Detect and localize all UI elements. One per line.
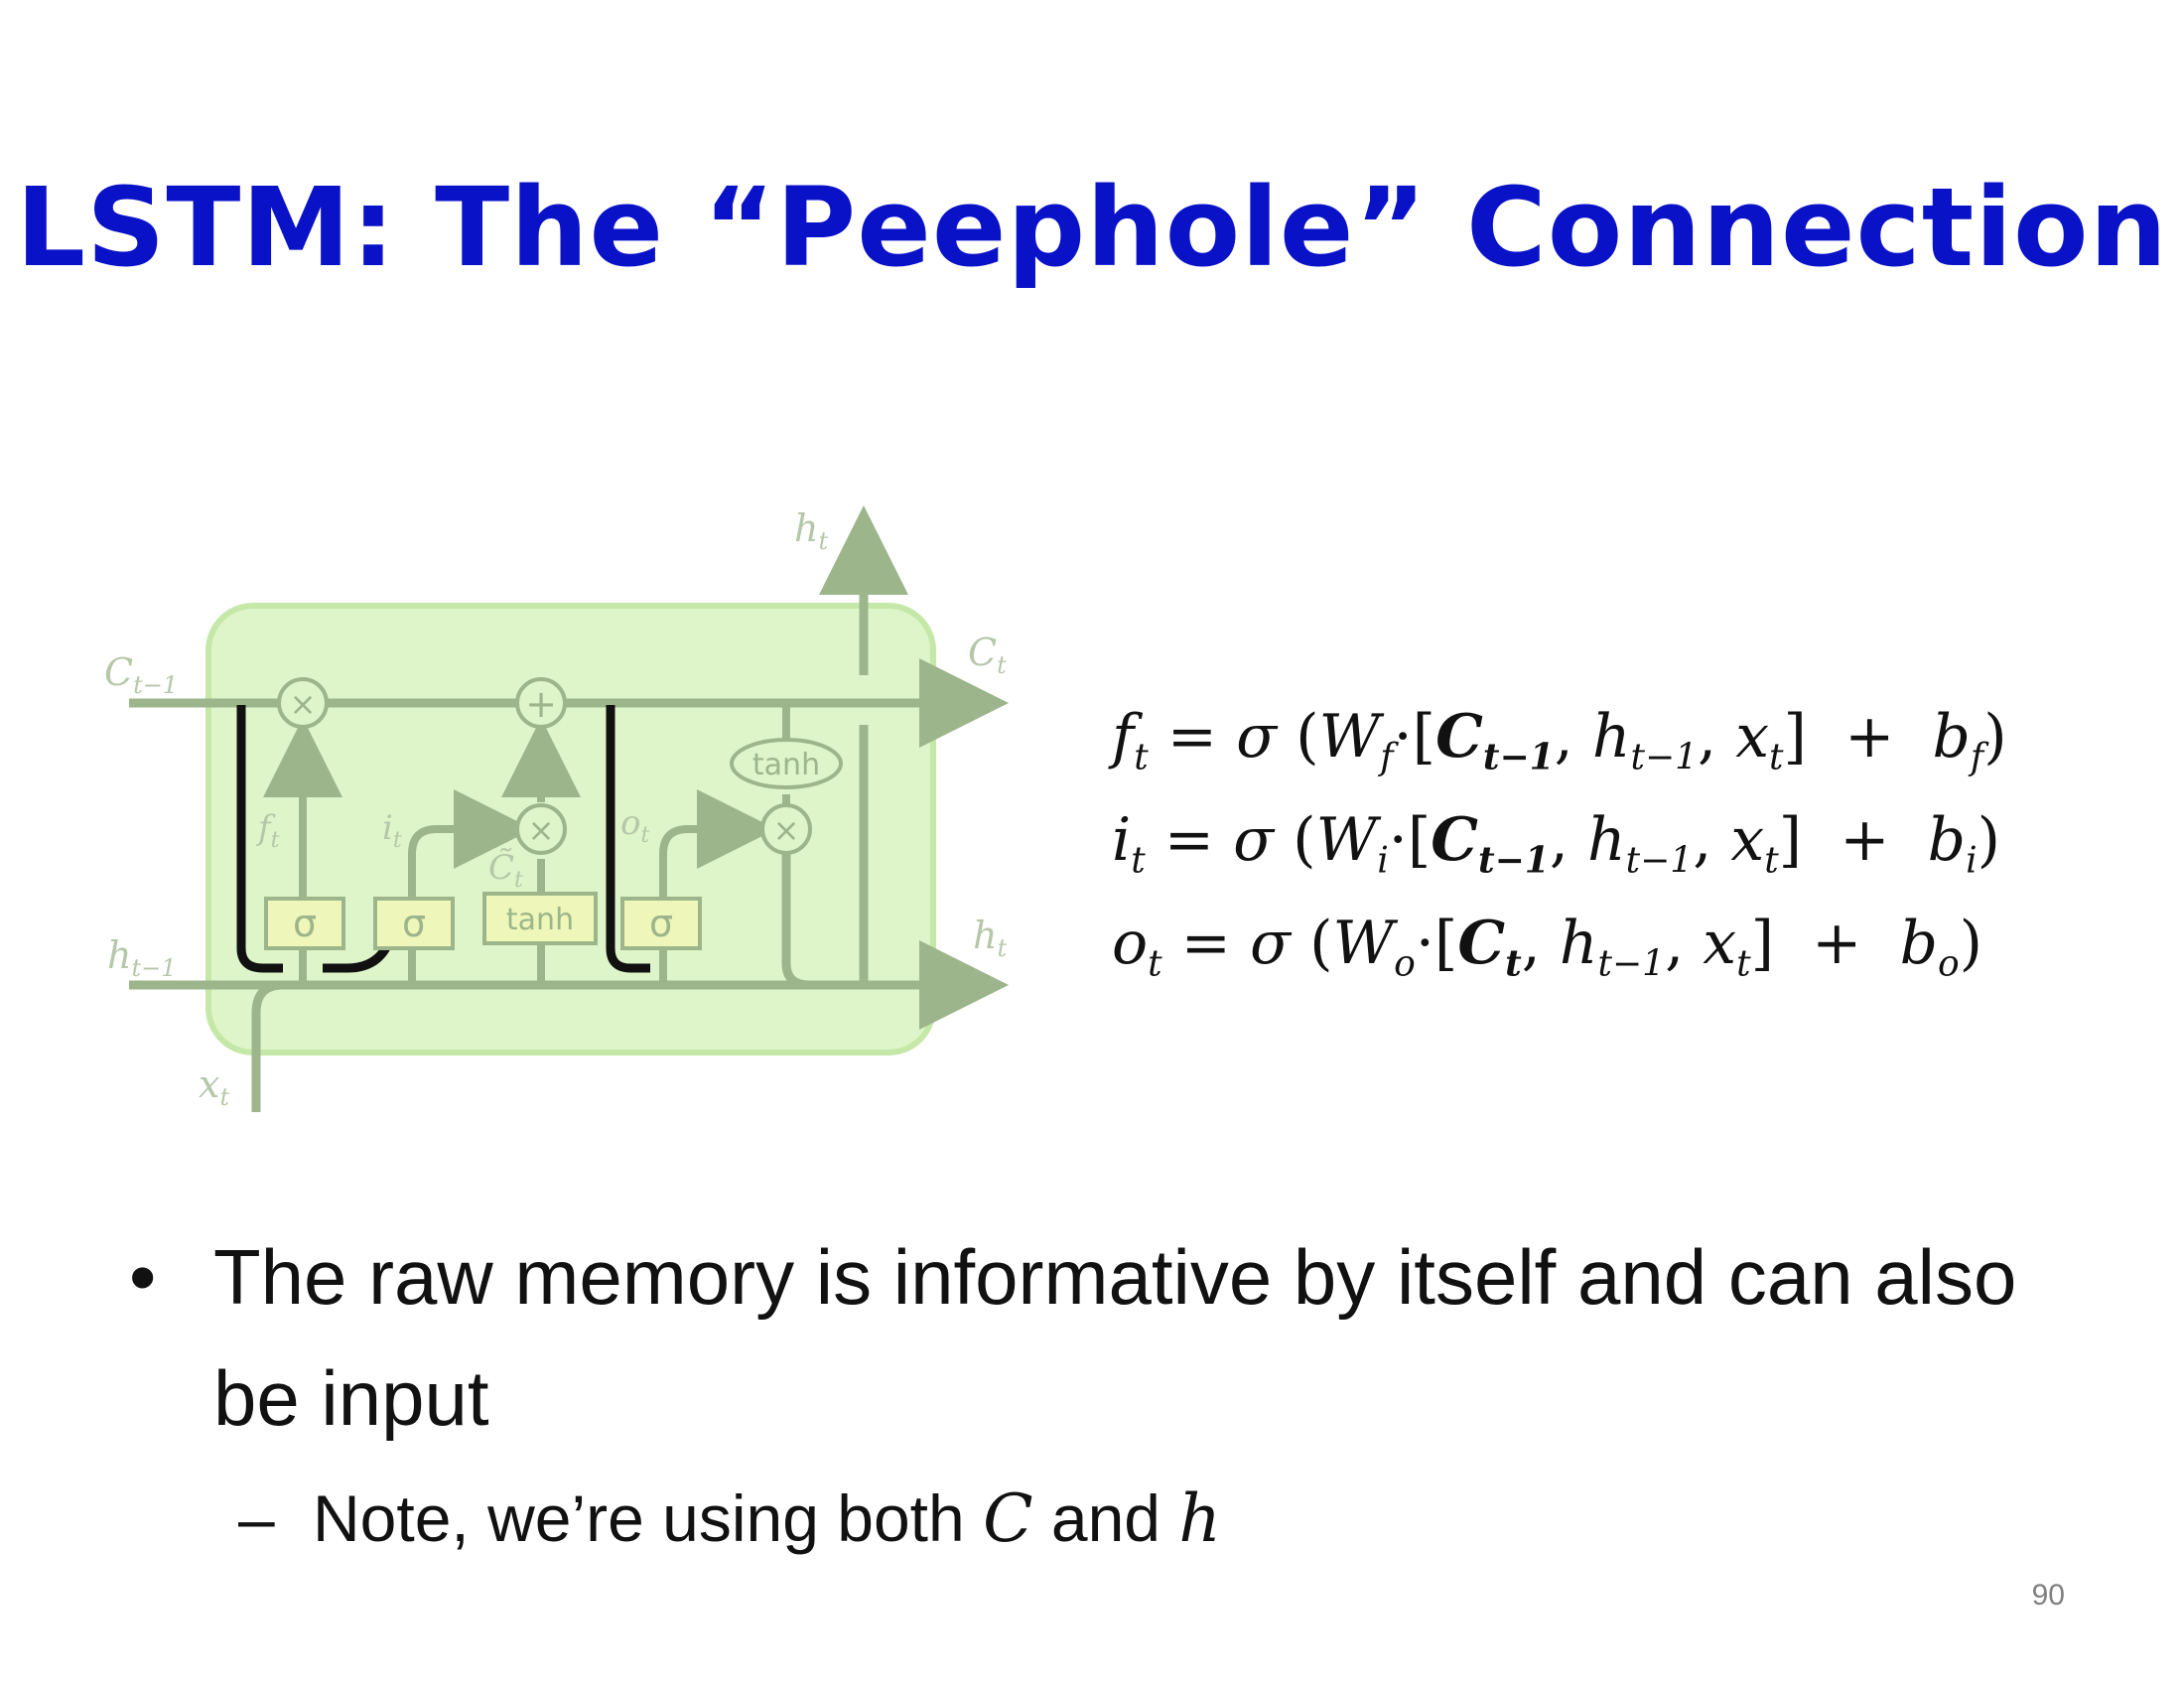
subbullet-item: – Note, we’re using both C and h [129, 1469, 2065, 1569]
lstm-peephole-diagram: × + × × tanh σ σ tanh σ Ct−1 Ct ht−1 ht … [104, 505, 1009, 1112]
subbullet-var-h: h [1178, 1480, 1221, 1557]
tanh-box-label: tanh [506, 903, 574, 937]
output-sigma-label: σ [649, 902, 673, 945]
forget-sigma-label: σ [293, 902, 317, 945]
bullet-item: • The raw memory is informative by itsel… [129, 1216, 2065, 1459]
input-sigma-label: σ [402, 902, 426, 945]
equation-input: it = σ (Wi·[Ct−1, ht−1, xt] + bi) [1112, 805, 2001, 882]
bullet-list: • The raw memory is informative by itsel… [129, 1216, 2065, 1569]
subbullet-var-c: C [983, 1480, 1033, 1557]
equation-output: ot = σ (Wo·[Ct, ht−1, xt] + bo) [1112, 909, 1983, 985]
slide: LSTM: The “Peephole” Connection × + × × … [0, 0, 2184, 1688]
subbullet-marker: – [238, 1481, 275, 1555]
slide-title: LSTM: The “Peephole” Connection [16, 164, 2168, 291]
output-mult-symbol: × [773, 811, 800, 849]
label-c-prev: Ct−1 [104, 650, 178, 699]
forget-mult-symbol: × [290, 685, 317, 723]
input-mult-symbol: × [528, 811, 555, 849]
label-x-in: xt [199, 1062, 229, 1111]
bullet-marker: • [129, 1233, 157, 1321]
bullet-text: The raw memory is informative by itself … [213, 1233, 2017, 1442]
add-symbol: + [525, 682, 557, 726]
tanh-oval-label: tanh [752, 748, 820, 782]
label-h-out-top: ht [794, 506, 828, 555]
label-c-out: Ct [968, 631, 1007, 679]
equation-forget: ft = σ (Wf·[Ct−1, ht−1, xt] + bf) [1112, 702, 2007, 778]
equations: ft = σ (Wf·[Ct−1, ht−1, xt] + bf) it = σ… [1112, 685, 2007, 995]
page-number: 90 [2031, 1579, 2065, 1612]
label-h-prev: ht−1 [107, 933, 177, 982]
label-h-out-right: ht [973, 914, 1007, 962]
subbullet-mid: and [1032, 1481, 1179, 1555]
subbullet-prefix: Note, we’re using both [313, 1481, 984, 1555]
